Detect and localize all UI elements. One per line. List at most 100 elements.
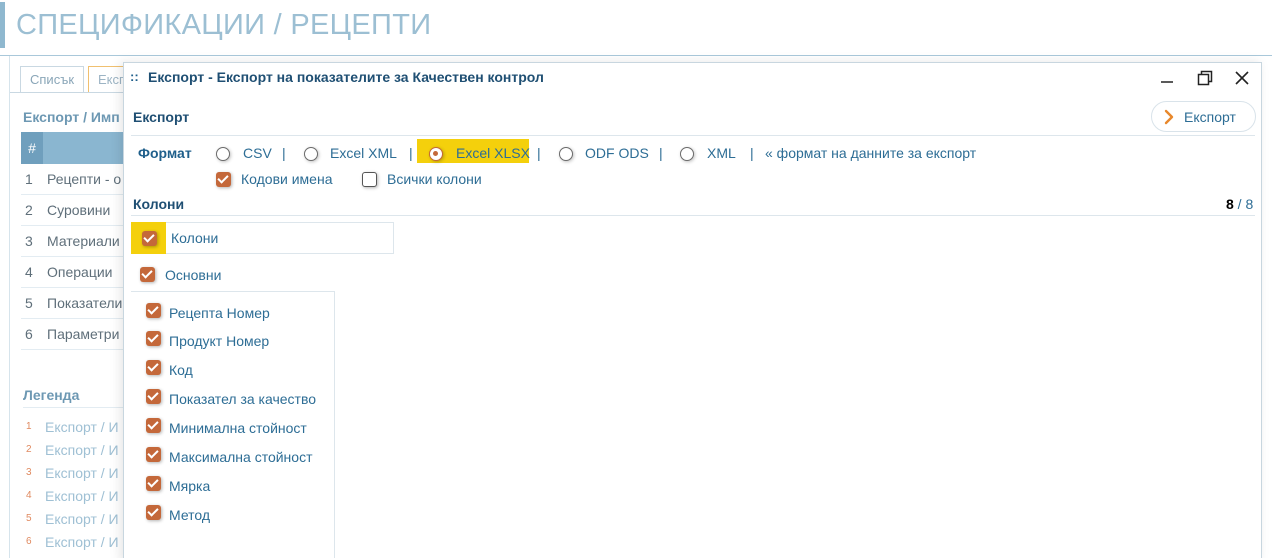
section-title: Експорт / Имп: [23, 109, 120, 125]
format-separator: |: [409, 145, 413, 161]
row-label: Рецепти - о: [47, 171, 122, 187]
column-label[interactable]: Метод: [169, 507, 210, 523]
table-row[interactable]: 2 Суровини: [21, 195, 131, 226]
title-accent-bar: [0, 2, 5, 48]
row-label: Параметри: [47, 326, 120, 342]
legend-label: Експорт / И: [45, 418, 119, 435]
maximize-button[interactable]: [1192, 66, 1218, 90]
legend-item[interactable]: 6 Експорт / И: [23, 530, 133, 553]
toolbar-divider: [131, 135, 1255, 136]
column-checkbox[interactable]: [146, 389, 161, 404]
group-main-label[interactable]: Основни: [165, 267, 221, 283]
all-columns-checkbox[interactable]: [362, 172, 377, 187]
format-separator: |: [750, 145, 754, 161]
column-checkbox[interactable]: [146, 505, 161, 520]
legend-item[interactable]: 3 Експорт / И: [23, 461, 133, 484]
dialog-titlebar[interactable]: :: Експорт - Експорт на показателите за …: [124, 63, 1261, 93]
column-checkbox[interactable]: [146, 331, 161, 346]
legend-number: 5: [26, 513, 32, 524]
legend-item[interactable]: 1 Експорт / И: [23, 415, 133, 438]
legend-label: Експорт / И: [45, 464, 119, 481]
tab-list[interactable]: Списък: [20, 66, 85, 92]
background-table: # 1 Рецепти - о 2 Суровини 3 Материали 4 Опе…: [21, 132, 131, 350]
column-label[interactable]: Рецепта Номер: [169, 305, 270, 321]
format-option-csv[interactable]: CSV: [243, 145, 272, 161]
page-tabs: Списък Експ: [20, 66, 137, 92]
code-names-checkbox[interactable]: [216, 172, 231, 187]
radio-excel-xlsx[interactable]: [429, 147, 443, 161]
column-checkbox[interactable]: [146, 303, 161, 318]
legend-number: 4: [26, 490, 32, 501]
legend-item[interactable]: 5 Експорт / И: [23, 507, 133, 530]
format-option-excel-xml[interactable]: Excel XML: [330, 145, 397, 161]
legend-title: Легенда: [23, 387, 80, 403]
legend-item[interactable]: 4 Експорт / И: [23, 484, 133, 507]
column-label[interactable]: Мярка: [169, 478, 210, 494]
radio-csv[interactable]: [216, 147, 230, 161]
row-number: 4: [25, 264, 33, 280]
table-row[interactable]: 4 Операции: [21, 257, 131, 288]
format-separator: |: [537, 145, 541, 161]
header-divider: [0, 55, 1272, 56]
close-button[interactable]: [1229, 66, 1255, 90]
table-row[interactable]: 5 Показатели: [21, 288, 131, 319]
row-number: 6: [25, 326, 33, 342]
column-checkbox[interactable]: [146, 360, 161, 375]
column-label[interactable]: Код: [169, 362, 193, 378]
table-row[interactable]: 1 Рецепти - о: [21, 164, 131, 195]
legend-number: 2: [26, 444, 32, 455]
column-checkbox[interactable]: [146, 447, 161, 462]
format-option-xml[interactable]: XML: [707, 145, 736, 161]
chevron-right-icon: [1164, 109, 1174, 124]
format-option-odf-ods[interactable]: ODF ODS: [585, 145, 649, 161]
column-label[interactable]: Максимална стойност: [169, 449, 313, 465]
legend-label: Експорт / И: [45, 510, 119, 527]
table-row[interactable]: 6 Параметри: [21, 319, 131, 350]
format-hint: « формат на данните за експорт: [765, 145, 977, 161]
format-label: Формат: [138, 145, 192, 161]
column-label[interactable]: Показател за качество: [169, 391, 316, 407]
row-label: Операции: [47, 264, 113, 280]
table-header-hash: #: [21, 132, 43, 164]
column-label[interactable]: Продукт Номер: [169, 333, 269, 349]
page-title: СПЕЦИФИКАЦИИ / РЕЦЕПТИ: [16, 9, 432, 41]
row-number: 1: [25, 171, 33, 187]
columns-divider: [131, 215, 1255, 216]
row-label: Материали: [47, 233, 120, 249]
legend-label: Експорт / И: [45, 533, 119, 550]
legend-label: Експорт / И: [45, 487, 119, 504]
all-columns-label[interactable]: Всички колони: [387, 171, 482, 187]
columns-total-count: 8: [1245, 196, 1254, 212]
export-button-label: Експорт: [1184, 108, 1236, 125]
legend-number: 3: [26, 467, 32, 478]
row-number: 5: [25, 295, 33, 311]
column-checkbox[interactable]: [146, 476, 161, 491]
row-number: 2: [25, 202, 33, 218]
drag-handle-icon[interactable]: ::: [130, 69, 139, 84]
column-label[interactable]: Минимална стойност: [169, 420, 307, 436]
columns-selected-count: 8: [1226, 196, 1234, 212]
radio-excel-xml[interactable]: [304, 147, 318, 161]
columns-toggle-checkbox[interactable]: [142, 231, 157, 246]
columns-section-title: Колони: [133, 196, 185, 212]
columns-toggle-label[interactable]: Колони: [171, 230, 218, 246]
legend-label: Експорт / И: [45, 441, 119, 458]
legend-divider: [23, 407, 133, 408]
group-main-checkbox[interactable]: [140, 267, 155, 282]
format-option-excel-xlsx[interactable]: Excel XLSX: [456, 145, 530, 161]
radio-xml[interactable]: [680, 147, 694, 161]
left-panel-border: [0, 56, 10, 558]
legend-number: 1: [26, 421, 32, 432]
minimize-button[interactable]: [1154, 66, 1180, 90]
code-names-label[interactable]: Кодови имена: [241, 171, 333, 187]
row-number: 3: [25, 233, 33, 249]
table-header: #: [21, 132, 131, 164]
export-button[interactable]: Експорт: [1151, 101, 1256, 132]
row-label: Показатели: [47, 295, 123, 311]
column-checkbox[interactable]: [146, 418, 161, 433]
columns-count: 8 / 8: [1226, 196, 1253, 212]
dialog-title: Експорт - Експорт на показателите за Кач…: [148, 69, 544, 85]
radio-odf-ods[interactable]: [559, 147, 573, 161]
legend-item[interactable]: 2 Експорт / И: [23, 438, 133, 461]
table-row[interactable]: 3 Материали: [21, 226, 131, 257]
